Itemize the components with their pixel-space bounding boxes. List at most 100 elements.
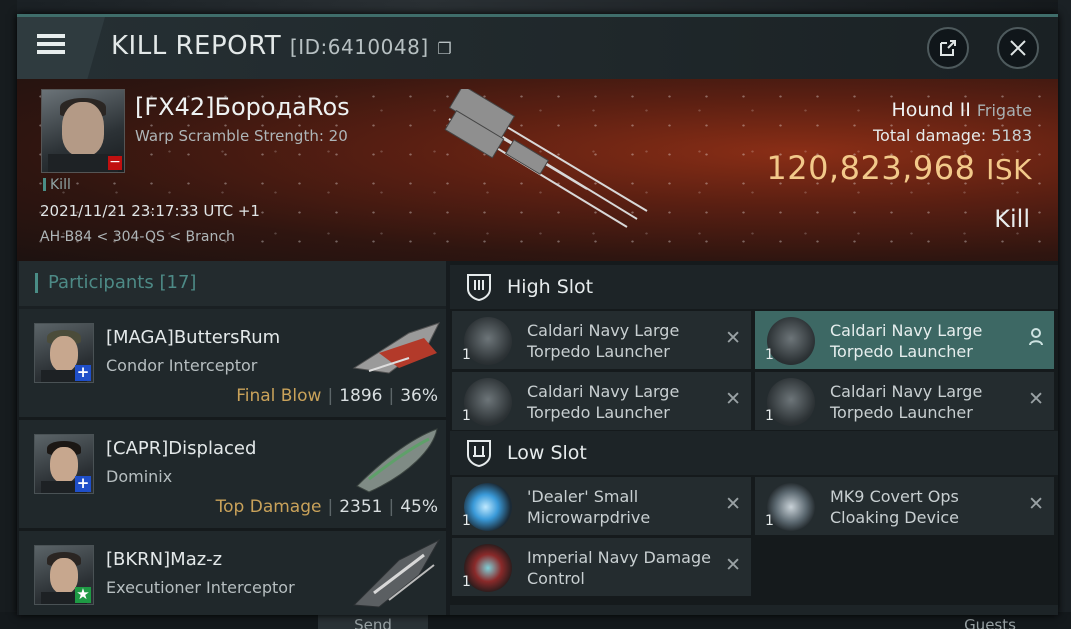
low-slot-label: Low Slot [507, 442, 587, 464]
kill-datetime: 2021/11/21 23:17:33 UTC +1 [40, 202, 260, 220]
victim-header: − [FX42]БородаRos Warp Scramble Strength… [17, 79, 1058, 261]
total-damage-label: Total damage: [872, 126, 987, 145]
item-quantity: 1 [462, 347, 471, 363]
ship-name: Hound II [891, 99, 971, 121]
copy-icon[interactable]: ❐ [437, 39, 452, 58]
kill-tag-text: Kill [50, 177, 71, 193]
warp-scramble-strength: Warp Scramble Strength: 20 [135, 127, 348, 145]
kill-location[interactable]: AH-B84 < 304-QS < Branch [40, 229, 235, 245]
participant-row[interactable]: + [CAPR]Displaced Dominix Top Damage | 235… [19, 420, 446, 531]
close-icon [1010, 40, 1026, 56]
victim-name[interactable]: [FX42]БородаRos [135, 93, 350, 121]
participants-marker [35, 273, 38, 293]
fitting-item[interactable]: 1 Caldari Navy Large Torpedo Launcher [755, 311, 1054, 369]
fitting-item[interactable]: 1 Caldari Navy Large Torpedo Launcher ✕ [452, 311, 751, 369]
isk-value: 120,823,968 ISK [766, 149, 1032, 187]
item-quantity: 1 [462, 513, 471, 529]
high-slot-label: High Slot [507, 276, 594, 298]
high-slot-header[interactable]: High Slot [450, 265, 1058, 309]
torpedo-launcher-icon [464, 378, 512, 426]
star-icon: ★ [75, 585, 91, 603]
participants-header[interactable]: Participants [17] [19, 261, 446, 306]
final-blow-tag: Final Blow [236, 386, 322, 406]
background-guests-tab[interactable]: Guests [940, 614, 1040, 629]
portrait-face [50, 336, 78, 372]
item-quantity: 1 [765, 408, 774, 424]
total-damage-value: 5183 [991, 126, 1032, 145]
participant-stats: Top Damage | 2351 | 45% [216, 497, 438, 517]
destroyed-icon: ✕ [725, 493, 741, 515]
destroyed-icon: ✕ [725, 388, 741, 410]
window-title-text: KILL REPORT [111, 31, 282, 61]
item-name: Imperial Navy Damage Control [527, 548, 711, 588]
item-name: MK9 Covert Ops Cloaking Device [830, 487, 960, 527]
participant-percent: 36% [400, 386, 438, 406]
window-title: KILL REPORT [ID:6410048] ❐ [111, 31, 452, 61]
stats-separator: | [388, 386, 395, 406]
participant-damage: 1896 [339, 386, 383, 406]
kill-tag-marker [43, 178, 46, 191]
participant-name[interactable]: [MAGA]ButtersRum [106, 327, 280, 348]
participants-label: Participants [48, 272, 154, 293]
hamburger-icon [37, 34, 65, 38]
participant-ship-image[interactable] [349, 535, 444, 610]
participants-count: [17] [159, 272, 197, 293]
participant-stats: Final Blow | 1896 | 36% [236, 386, 438, 406]
kill-report-window: KILL REPORT [ID:6410048] ❐ − [FX42]Бород… [17, 14, 1058, 615]
portrait-face [50, 558, 78, 594]
destroyed-icon: ✕ [1028, 493, 1044, 515]
low-slot-header[interactable]: Low Slot [450, 431, 1058, 475]
stats-separator: | [327, 386, 334, 406]
stats-separator: | [388, 497, 395, 517]
participants-title: Participants [17] [48, 272, 196, 293]
mid-slot-header[interactable] [450, 605, 1058, 615]
torpedo-launcher-icon [464, 317, 512, 365]
pilot-icon[interactable] [1028, 328, 1044, 346]
fitting-item[interactable]: 1 'Dealer' Small Microwarpdrive ✕ [452, 477, 751, 535]
participant-name[interactable]: [CAPR]Displaced [106, 438, 256, 459]
item-name: Caldari Navy Large Torpedo Launcher [527, 382, 680, 422]
share-button[interactable] [927, 27, 969, 69]
participant-damage: 2351 [339, 497, 383, 517]
total-damage: Total damage: 5183 [873, 126, 1032, 145]
external-link-icon [940, 40, 956, 56]
isk-unit: ISK [986, 153, 1032, 186]
portrait-face [62, 102, 104, 156]
participant-ship-image[interactable] [349, 424, 444, 494]
fitting-panel: High Slot 1 Caldari Navy Large Torpedo L… [450, 261, 1058, 615]
participant-percent: 45% [400, 497, 438, 517]
victim-ship-image[interactable] [427, 89, 657, 239]
close-button[interactable] [997, 27, 1039, 69]
item-quantity: 1 [462, 408, 471, 424]
item-quantity: 1 [765, 513, 774, 529]
title-bar: KILL REPORT [ID:6410048] ❐ [17, 17, 1058, 79]
plus-icon: + [75, 474, 91, 492]
participants-panel: Participants [17] + [MAGA]ButtersRum Con… [19, 261, 446, 615]
high-slot-icon [467, 274, 491, 301]
item-quantity: 1 [765, 347, 774, 363]
item-name: 'Dealer' Small Microwarpdrive [527, 487, 651, 527]
portrait-face [50, 447, 78, 483]
top-damage-tag: Top Damage [215, 497, 322, 517]
background-left-panel [0, 0, 17, 629]
damage-control-icon [464, 544, 512, 592]
victim-ship[interactable]: Hound II Frigate [892, 99, 1033, 121]
fitting-item[interactable]: 1 Caldari Navy Large Torpedo Launcher ✕ [755, 372, 1054, 430]
cloaking-device-icon [767, 483, 815, 531]
participant-row[interactable]: ★ [BKRN]Maz-z Executioner Interceptor [19, 531, 446, 615]
kill-id: [ID:6410048] [289, 35, 429, 59]
background-send-button[interactable]: Send [318, 614, 428, 629]
participant-row[interactable]: + [MAGA]ButtersRum Condor Interceptor Fi… [19, 309, 446, 420]
destroyed-icon: ✕ [1028, 388, 1044, 410]
participant-ship-image[interactable] [349, 313, 444, 383]
fitting-item[interactable]: 1 Caldari Navy Large Torpedo Launcher ✕ [452, 372, 751, 430]
destroyed-icon: ✕ [725, 327, 741, 349]
fitting-item[interactable]: 1 MK9 Covert Ops Cloaking Device ✕ [755, 477, 1054, 535]
isk-amount: 120,823,968 [766, 149, 976, 187]
menu-button[interactable] [17, 17, 105, 79]
microwarpdrive-icon [464, 483, 512, 531]
ship-class: Frigate [976, 101, 1032, 120]
kill-tag: Kill [43, 177, 71, 193]
fitting-item[interactable]: 1 Imperial Navy Damage Control ✕ [452, 538, 751, 596]
participant-name[interactable]: [BKRN]Maz-z [106, 549, 222, 570]
